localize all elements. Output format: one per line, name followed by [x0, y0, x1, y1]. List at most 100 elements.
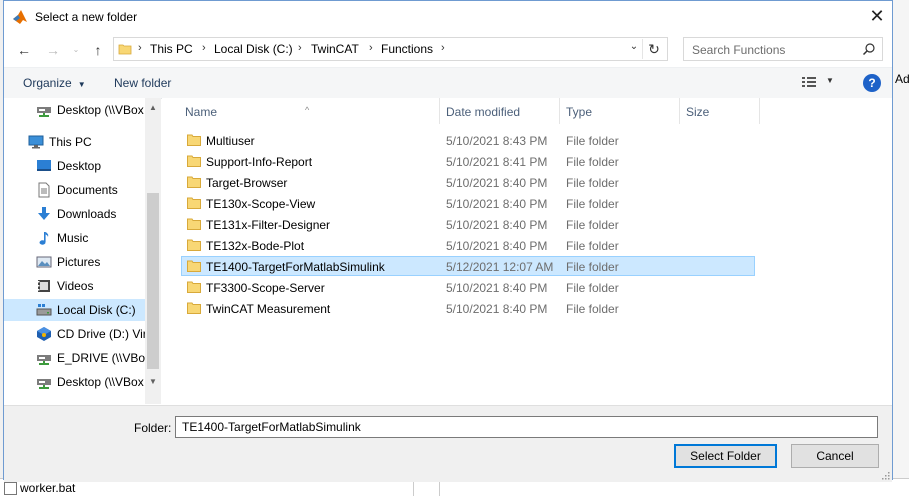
- address-dropdown-icon[interactable]: ⌄: [627, 41, 641, 57]
- sidebar-item-label: Desktop (\\VBox: [57, 375, 144, 389]
- table-row[interactable]: TE130x-Scope-View 5/10/2021 8:40 PM File…: [181, 193, 755, 213]
- breadcrumb-functions[interactable]: Functions: [381, 42, 433, 56]
- folder-field[interactable]: [175, 416, 878, 438]
- scrollbar-thumb[interactable]: [147, 193, 159, 369]
- breadcrumb-local-disk[interactable]: Local Disk (C:): [214, 42, 293, 56]
- breadcrumb-separator: ›: [298, 42, 302, 54]
- folder-icon: [187, 260, 201, 272]
- table-row[interactable]: TwinCAT Measurement 5/10/2021 8:40 PM Fi…: [181, 298, 755, 318]
- file-type: File folder: [566, 176, 619, 190]
- column-header-size[interactable]: Size: [680, 98, 760, 124]
- breadcrumb-separator: ›: [441, 42, 445, 54]
- file-type: File folder: [566, 281, 619, 295]
- dialog-footer: Folder: Select Folder Cancel: [4, 405, 892, 482]
- folder-icon: [187, 281, 201, 293]
- table-row-selected[interactable]: TE1400-TargetForMatlabSimulink 5/12/2021…: [181, 256, 755, 276]
- column-header-label: Type: [566, 105, 593, 119]
- column-header-name[interactable]: Name ^: [179, 98, 440, 124]
- column-header-label: Size: [686, 105, 710, 119]
- sidebar-item-desktop-vbox[interactable]: Desktop (\\VBox: [4, 99, 145, 121]
- column-header-label: Date modified: [446, 105, 521, 119]
- search-input[interactable]: [690, 41, 859, 59]
- file-name: TE131x-Filter-Designer: [206, 218, 331, 232]
- table-row[interactable]: Multiuser 5/10/2021 8:43 PM File folder: [181, 130, 755, 150]
- folder-input[interactable]: [180, 419, 874, 435]
- cd-drive-icon: [37, 327, 51, 341]
- downloads-icon: [38, 207, 50, 220]
- breadcrumb-separator: ›: [138, 42, 142, 54]
- refresh-icon[interactable]: ↻: [642, 39, 665, 59]
- title-bar: Select a new folder ✕: [4, 1, 892, 34]
- file-date: 5/10/2021 8:41 PM: [446, 155, 548, 169]
- file-name: TE1400-TargetForMatlabSimulink: [206, 260, 385, 274]
- sidebar-item-music[interactable]: Music: [4, 227, 145, 249]
- column-header-type[interactable]: Type: [560, 98, 680, 124]
- navigation-bar: ← → ⌄ ↑ › This PC › Local Disk (C:) › Tw…: [4, 34, 892, 66]
- resize-grip-icon[interactable]: [880, 470, 890, 480]
- breadcrumb-twincat[interactable]: TwinCAT: [311, 42, 359, 56]
- table-row[interactable]: TE132x-Bode-Plot 5/10/2021 8:40 PM File …: [181, 235, 755, 255]
- address-bar[interactable]: › This PC › Local Disk (C:) › TwinCAT › …: [113, 37, 668, 61]
- column-header-date[interactable]: Date modified: [440, 98, 560, 124]
- help-icon[interactable]: ?: [863, 74, 881, 92]
- dialog-title: Select a new folder: [35, 10, 138, 24]
- file-list: Name ^ Date modified Type Size Multiuser…: [162, 98, 892, 404]
- search-icon[interactable]: [862, 42, 876, 56]
- sidebar-item-desktop-vbox-2[interactable]: Desktop (\\VBox: [4, 371, 145, 393]
- organize-button[interactable]: Organize ▼: [23, 76, 86, 90]
- cancel-button[interactable]: Cancel: [791, 444, 879, 468]
- sort-ascending-icon: ^: [305, 105, 310, 115]
- sidebar-item-cd-drive[interactable]: CD Drive (D:) Vir: [4, 323, 145, 345]
- folder-icon: [118, 44, 132, 55]
- file-name: Support-Info-Report: [206, 155, 313, 169]
- sidebar-item-this-pc[interactable]: This PC: [4, 131, 145, 153]
- table-row[interactable]: Target-Browser 5/10/2021 8:40 PM File fo…: [181, 172, 755, 192]
- sidebar-item-desktop[interactable]: Desktop: [4, 155, 145, 177]
- sidebar-item-local-disk[interactable]: Local Disk (C:): [4, 299, 145, 321]
- sidebar-item-label: CD Drive (D:) Vir: [57, 327, 145, 341]
- file-type: File folder: [566, 134, 619, 148]
- forward-arrow-icon[interactable]: →: [43, 40, 63, 60]
- close-button[interactable]: ✕: [862, 1, 892, 32]
- background-window-edge: Ad: [893, 0, 909, 495]
- folder-icon: [187, 176, 201, 188]
- scroll-up-icon[interactable]: ▲: [145, 103, 161, 112]
- sidebar-item-documents[interactable]: Documents: [4, 179, 145, 201]
- up-arrow-icon[interactable]: ↑: [88, 40, 108, 60]
- sidebar-item-pictures[interactable]: Pictures: [4, 251, 145, 273]
- sidebar-item-videos[interactable]: Videos: [4, 275, 145, 297]
- folder-icon: [187, 197, 201, 209]
- chevron-down-icon[interactable]: ▼: [826, 76, 834, 85]
- drive-icon: [36, 304, 52, 316]
- table-row[interactable]: TF3300-Scope-Server 5/10/2021 8:40 PM Fi…: [181, 277, 755, 297]
- table-row[interactable]: TE131x-Filter-Designer 5/10/2021 8:40 PM…: [181, 214, 755, 234]
- sidebar-item-downloads[interactable]: Downloads: [4, 203, 145, 225]
- organize-label: Organize: [23, 76, 72, 90]
- search-box[interactable]: [683, 37, 883, 61]
- bat-file-icon: [4, 482, 17, 495]
- sidebar-item-e-drive[interactable]: E_DRIVE (\\VBox: [4, 347, 145, 369]
- breadcrumb-separator: ›: [369, 42, 373, 54]
- background-file-name: worker.bat: [20, 481, 76, 495]
- videos-icon: [38, 280, 50, 292]
- recent-locations-chevron-icon[interactable]: ⌄: [66, 40, 86, 60]
- file-type: File folder: [566, 302, 619, 316]
- table-row[interactable]: Support-Info-Report 5/10/2021 8:41 PM Fi…: [181, 151, 755, 171]
- breadcrumb-this-pc[interactable]: This PC: [150, 42, 193, 56]
- view-options-icon[interactable]: [801, 75, 817, 89]
- sidebar-item-label: Desktop (\\VBox: [57, 103, 144, 117]
- select-folder-button[interactable]: Select Folder: [674, 444, 777, 468]
- file-name: Target-Browser: [206, 176, 288, 190]
- back-arrow-icon[interactable]: ←: [14, 40, 34, 60]
- file-name: TwinCAT Measurement: [206, 302, 331, 316]
- background-text-fragment: Ad: [895, 72, 909, 86]
- folder-icon: [187, 302, 201, 314]
- network-drive-icon: [37, 107, 51, 117]
- sidebar-item-label: E_DRIVE (\\VBox: [57, 351, 145, 365]
- sidebar-scrollbar[interactable]: ▲ ▼: [145, 98, 161, 404]
- scroll-down-icon[interactable]: ▼: [145, 377, 161, 386]
- network-drive-icon: [37, 379, 51, 389]
- command-bar: Organize ▼ New folder ▼ ?: [4, 67, 892, 99]
- new-folder-button[interactable]: New folder: [114, 76, 171, 90]
- sidebar-item-label: Videos: [57, 279, 94, 293]
